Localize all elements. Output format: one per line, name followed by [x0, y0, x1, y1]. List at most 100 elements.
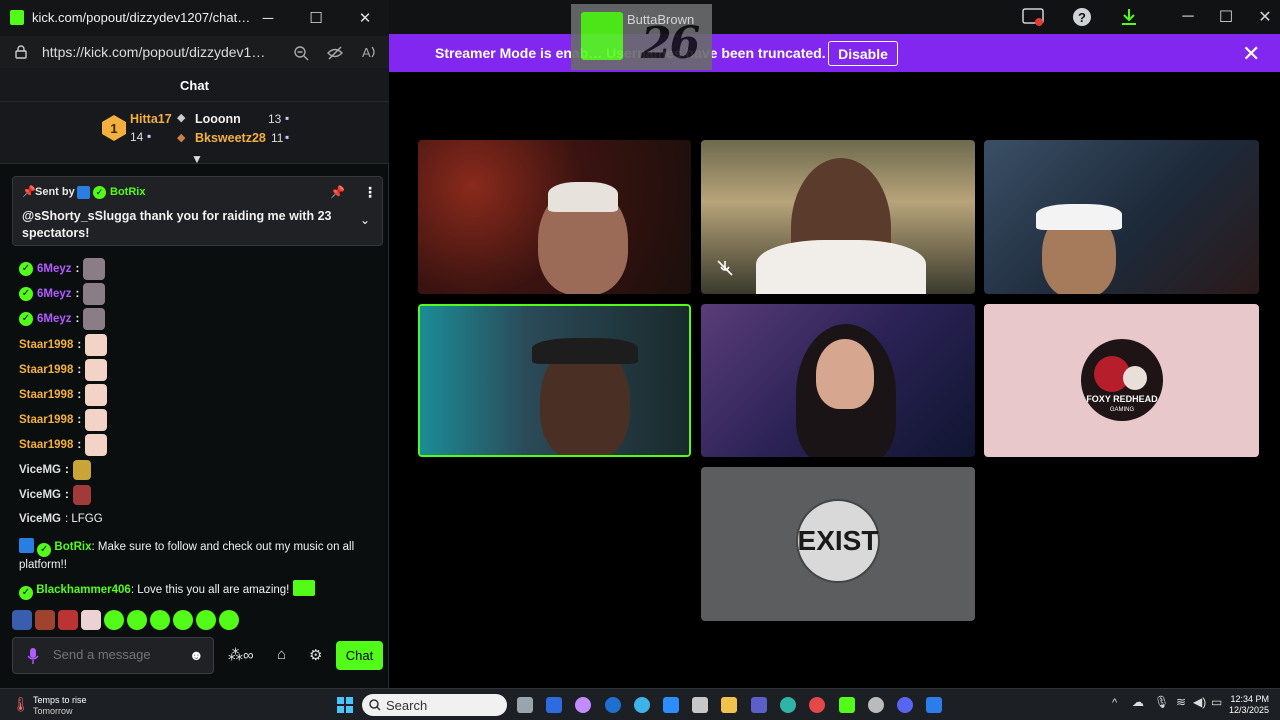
volume-icon[interactable]: ◀): [1193, 695, 1206, 709]
popout-title-bar: kick.com/popout/dizzydev1207/chat… ─ ☐ ✕: [0, 0, 389, 36]
task-view-icon[interactable]: [517, 697, 533, 713]
teams-icon[interactable]: [751, 697, 767, 713]
chat-username[interactable]: Blackhammer406: [36, 584, 131, 596]
maps-icon[interactable]: [809, 697, 825, 713]
verified-badge-icon: ✓: [93, 186, 106, 199]
chat-send-button[interactable]: Chat: [336, 641, 383, 670]
hp-icon[interactable]: [605, 697, 621, 713]
chat-text: :: [75, 313, 80, 325]
emote-icon[interactable]: [35, 610, 55, 630]
emote-icon[interactable]: [104, 610, 124, 630]
read-aloud-icon[interactable]: A: [361, 44, 377, 60]
tray-icon[interactable]: ☁: [1132, 695, 1144, 709]
microphone-icon[interactable]: [27, 648, 39, 664]
settings-app-icon[interactable]: [868, 697, 884, 713]
leader-1-name[interactable]: Hitta17: [130, 112, 172, 126]
popout-minimize-icon[interactable]: ─: [258, 8, 278, 28]
video-tile-5[interactable]: [701, 304, 975, 457]
taskbar-search[interactable]: Search: [362, 694, 507, 716]
minimize-icon[interactable]: ─: [1176, 6, 1200, 28]
video-tile-4-active[interactable]: [418, 304, 691, 457]
video-tile-2[interactable]: [701, 140, 975, 294]
video-tile-3[interactable]: [984, 140, 1259, 294]
expand-chevron-icon[interactable]: ⌄: [360, 213, 370, 227]
copilot-icon[interactable]: [575, 697, 591, 713]
leader-3-name[interactable]: Bksweetz28: [195, 131, 266, 145]
close-icon[interactable]: ✕: [1253, 6, 1277, 28]
app-icon[interactable]: [926, 697, 942, 713]
thermometer-icon: 🌡: [12, 696, 30, 712]
emote-icon[interactable]: [173, 610, 193, 630]
screen-record-icon[interactable]: [1021, 6, 1045, 28]
svg-text:EXIST: EXIST: [798, 525, 879, 556]
emote-icon[interactable]: [12, 610, 32, 630]
video-tile-7[interactable]: EXIST: [701, 467, 975, 621]
chat-username[interactable]: 6Meyz: [37, 288, 72, 300]
chat-message-input[interactable]: [53, 647, 183, 662]
emote-icon[interactable]: [58, 610, 78, 630]
chat-message: Staar1998:: [19, 359, 108, 381]
tray-chevron-icon[interactable]: ^: [1112, 697, 1117, 709]
chat-username[interactable]: ViceMG: [19, 464, 61, 476]
battery-icon[interactable]: ▭: [1211, 695, 1222, 709]
zoom-icon[interactable]: [663, 697, 679, 713]
chat-username[interactable]: ViceMG: [19, 513, 61, 525]
chat-username[interactable]: Staar1998: [19, 339, 73, 351]
emote-icon[interactable]: [150, 610, 170, 630]
mic-muted-icon: [717, 260, 733, 276]
mic-tray-icon[interactable]: 🎙: [1154, 695, 1169, 709]
emote-icon: [85, 384, 108, 406]
channel-points-icon[interactable]: ⁂∞: [228, 646, 254, 664]
url-bar[interactable]: https://kick.com/popout/dizzydev1… A: [0, 36, 389, 68]
emoji-picker-icon[interactable]: ☻: [189, 647, 204, 663]
browser-icon[interactable]: [780, 697, 796, 713]
emote-icon[interactable]: [196, 610, 216, 630]
popout-maximize-icon[interactable]: ☐: [306, 8, 326, 28]
leader-2-name[interactable]: Looonn: [195, 112, 241, 126]
video-tile-1[interactable]: [418, 140, 691, 294]
app-icon[interactable]: [546, 697, 562, 713]
maximize-icon[interactable]: ☐: [1214, 6, 1238, 28]
verified-badge-icon: ✓: [19, 312, 33, 326]
discord-icon[interactable]: [897, 697, 913, 713]
store-icon[interactable]: ⌂: [277, 646, 286, 663]
emote-icon: [83, 283, 106, 305]
chat-username[interactable]: Staar1998: [19, 389, 73, 401]
clock-date: 12/3/2025: [1228, 705, 1269, 715]
chat-username[interactable]: 6Meyz: [37, 263, 72, 275]
emote-icon[interactable]: [127, 610, 147, 630]
unpin-icon[interactable]: 📌: [330, 185, 345, 199]
zoom-out-icon[interactable]: [293, 45, 309, 61]
chat-username[interactable]: Staar1998: [19, 414, 73, 426]
tracking-prevention-icon[interactable]: [327, 45, 343, 61]
settings-gear-icon[interactable]: ⚙: [309, 646, 322, 664]
url-text[interactable]: https://kick.com/popout/dizzydev1…: [42, 44, 265, 60]
search-icon: [369, 699, 381, 711]
edge-icon[interactable]: [634, 697, 650, 713]
wifi-icon[interactable]: ≋: [1176, 695, 1186, 709]
more-options-icon[interactable]: ⋮: [363, 184, 377, 201]
help-icon[interactable]: ?: [1070, 6, 1094, 28]
chat-username[interactable]: BotRix: [54, 541, 91, 553]
popout-close-icon[interactable]: ✕: [355, 8, 375, 28]
banner-close-icon[interactable]: ✕: [1242, 41, 1260, 67]
windows-start-icon[interactable]: [337, 697, 353, 713]
store-app-icon[interactable]: [692, 697, 708, 713]
kick-app-icon[interactable]: [839, 697, 855, 713]
chat-username[interactable]: 6Meyz: [37, 313, 72, 325]
svg-text:A: A: [362, 45, 371, 60]
chat-message: Staar1998:: [19, 384, 108, 406]
emote-icon[interactable]: [81, 610, 101, 630]
collapse-icon[interactable]: ▼: [191, 152, 203, 166]
chat-username[interactable]: ViceMG: [19, 489, 61, 501]
svg-text:?: ?: [1078, 10, 1086, 25]
disable-button[interactable]: Disable: [828, 41, 898, 66]
download-icon[interactable]: [1117, 6, 1141, 28]
kick-notification-overlay[interactable]: ButtaBrown 26: [571, 4, 712, 70]
emote-icon[interactable]: [219, 610, 239, 630]
video-tile-6[interactable]: FOXY REDHEAD GAMING: [984, 304, 1259, 457]
pinned-sender[interactable]: BotRix: [110, 186, 145, 198]
chat-username[interactable]: Staar1998: [19, 364, 73, 376]
file-explorer-icon[interactable]: [721, 697, 737, 713]
chat-username[interactable]: Staar1998: [19, 439, 73, 451]
